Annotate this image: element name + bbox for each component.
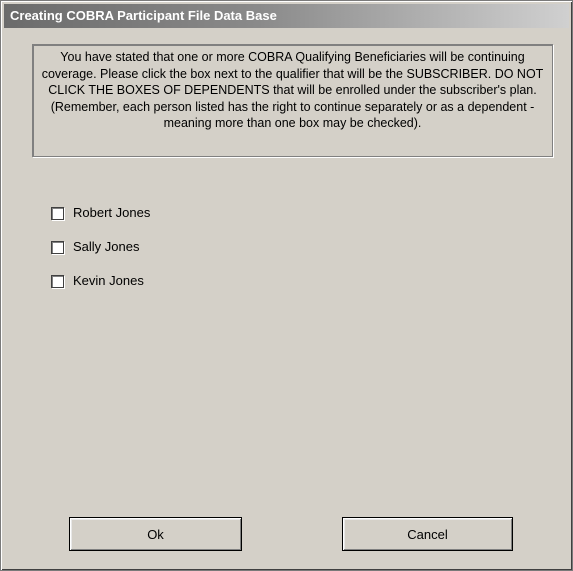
instruction-text: You have stated that one or more COBRA Q…	[41, 50, 544, 131]
instruction-message: You have stated that one or more COBRA Q…	[32, 44, 553, 157]
participant-checklist: Robert Jones Sally Jones Kevin Jones	[51, 204, 150, 306]
dialog-window: Creating COBRA Participant File Data Bas…	[0, 0, 573, 571]
participant-name[interactable]: Sally Jones	[73, 238, 139, 256]
participant-name[interactable]: Robert Jones	[73, 204, 150, 222]
participant-checkbox[interactable]	[51, 275, 64, 288]
participant-row-robert[interactable]: Robert Jones	[51, 204, 150, 238]
cancel-button[interactable]: Cancel	[342, 517, 513, 551]
participant-checkbox[interactable]	[51, 241, 64, 254]
ok-button[interactable]: Ok	[69, 517, 242, 551]
window-title: Creating COBRA Participant File Data Bas…	[10, 8, 277, 23]
ok-button-label: Ok	[147, 526, 164, 542]
participant-row-sally[interactable]: Sally Jones	[51, 238, 150, 272]
participant-row-kevin[interactable]: Kevin Jones	[51, 272, 150, 306]
participant-checkbox[interactable]	[51, 207, 64, 220]
participant-name[interactable]: Kevin Jones	[73, 272, 144, 290]
cancel-button-label: Cancel	[407, 526, 448, 542]
title-bar[interactable]: Creating COBRA Participant File Data Bas…	[4, 4, 569, 28]
